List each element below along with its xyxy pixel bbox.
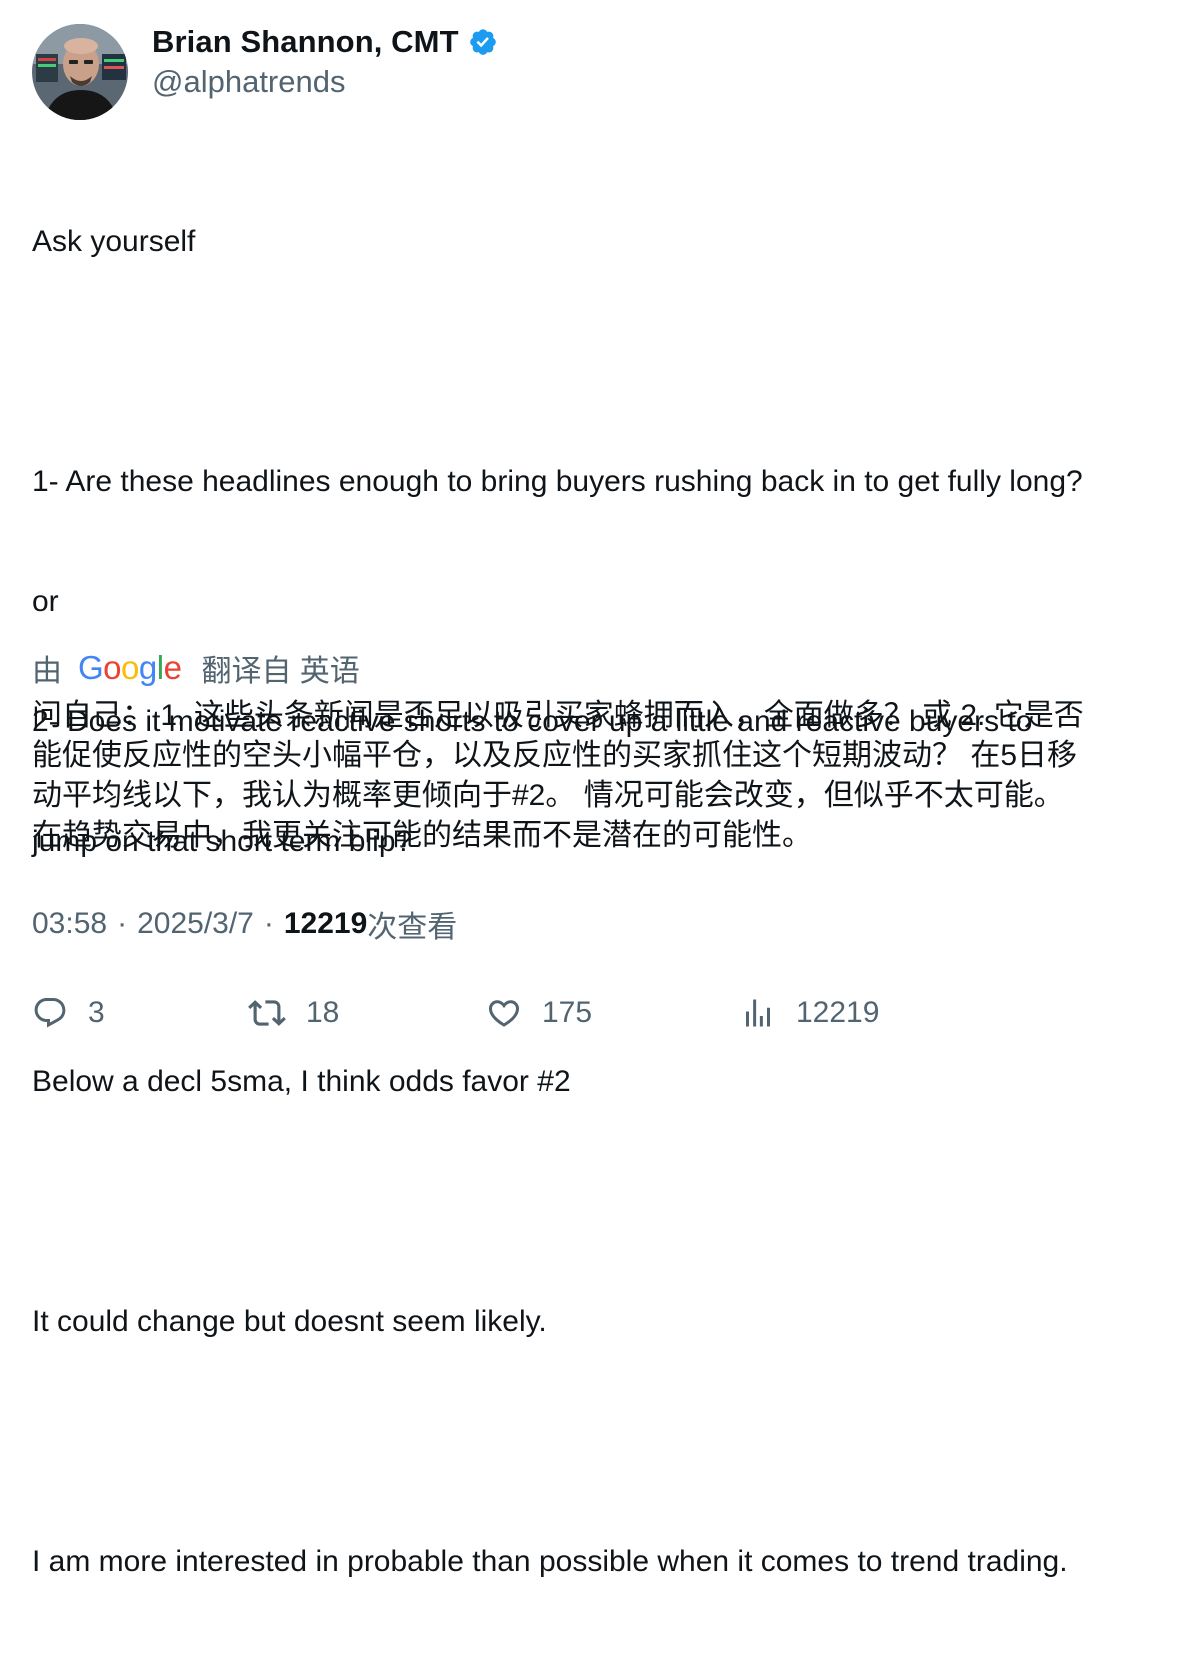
tweet-blank-line (32, 342, 1172, 382)
repost-icon (248, 994, 286, 1032)
tweet-time[interactable]: 03:58 (32, 907, 107, 941)
translated-text: 问自己： 1. 这些头条新闻是否足以吸引买家蜂拥而入，全面做多？ 或 2. 它是… (32, 696, 1172, 856)
translated-by: 由 Google 翻译自 英语 (32, 648, 360, 688)
google-logo[interactable]: Google (78, 649, 182, 687)
reply-icon (32, 995, 68, 1031)
tweet-line: Ask yourself (32, 225, 196, 258)
avatar[interactable] (32, 24, 128, 120)
heart-icon (486, 995, 522, 1031)
reply-count: 3 (88, 996, 105, 1029)
translated-line: 在趋势交易中，我更关注可能的结果而不是潜在的可能性。 (32, 819, 812, 852)
repost-button[interactable]: 18 (248, 990, 339, 1036)
translated-from-language: 翻译自 英语 (201, 655, 360, 688)
tweet-line: I am more interested in probable than po… (32, 1545, 1068, 1578)
tweet-header: Brian Shannon, CMT @alphatrends (32, 24, 498, 120)
translated-line: 动平均线以下，我认为概率更倾向于#2。 情况可能会改变，但似乎不太可能。 (32, 779, 1064, 812)
meta-separator: · (117, 907, 128, 940)
verified-badge-icon (468, 27, 498, 57)
views-button[interactable]: 12219 (740, 990, 879, 1036)
like-count: 175 (542, 996, 593, 1029)
repost-count: 18 (306, 996, 340, 1029)
views-action-count: 12219 (796, 996, 880, 1029)
translated-line: 问自己： 1. 这些头条新闻是否足以吸引买家蜂拥而入，全面做多？ 或 2. 它是… (32, 699, 1084, 732)
views-label: 次查看 (367, 911, 458, 944)
translated-by-prefix: 由 (32, 655, 62, 688)
tweet-date[interactable]: 2025/3/7 (137, 907, 254, 941)
views-count: 12219 (283, 907, 368, 940)
tweet-blank-line (32, 942, 1172, 982)
tweet-line: It could change but doesnt seem likely. (32, 1305, 547, 1338)
tweet-text: Ask yourself 1- Are these headlines enou… (32, 142, 1172, 1662)
display-name-row: Brian Shannon, CMT (152, 24, 498, 60)
like-button[interactable]: 175 (486, 990, 592, 1036)
handle[interactable]: @alphatrends (152, 64, 498, 100)
tweet-blank-line (32, 1422, 1172, 1462)
tweet-line: or (32, 585, 59, 618)
tweet-line: 1- Are these headlines enough to bring b… (32, 465, 1083, 498)
tweet: Brian Shannon, CMT @alphatrends Ask your… (0, 0, 1196, 1578)
tweet-blank-line (32, 1182, 1172, 1222)
bar-chart-icon (740, 995, 776, 1031)
action-bar: 3 18 175 12219 (32, 990, 1172, 1036)
tweet-meta: 03:58 · 2025/3/7 · 12219 次查看 (32, 904, 457, 944)
avatar-image (32, 24, 128, 120)
author-names: Brian Shannon, CMT @alphatrends (152, 24, 498, 100)
tweet-line: Below a decl 5sma, I think odds favor #2 (32, 1065, 571, 1098)
meta-separator: · (263, 907, 274, 940)
display-name[interactable]: Brian Shannon, CMT (152, 24, 459, 60)
translated-line: 能促使反应性的空头小幅平仓，以及反应性的买家抓住这个短期波动？ 在5日移 (32, 739, 1078, 772)
reply-button[interactable]: 3 (32, 990, 105, 1036)
